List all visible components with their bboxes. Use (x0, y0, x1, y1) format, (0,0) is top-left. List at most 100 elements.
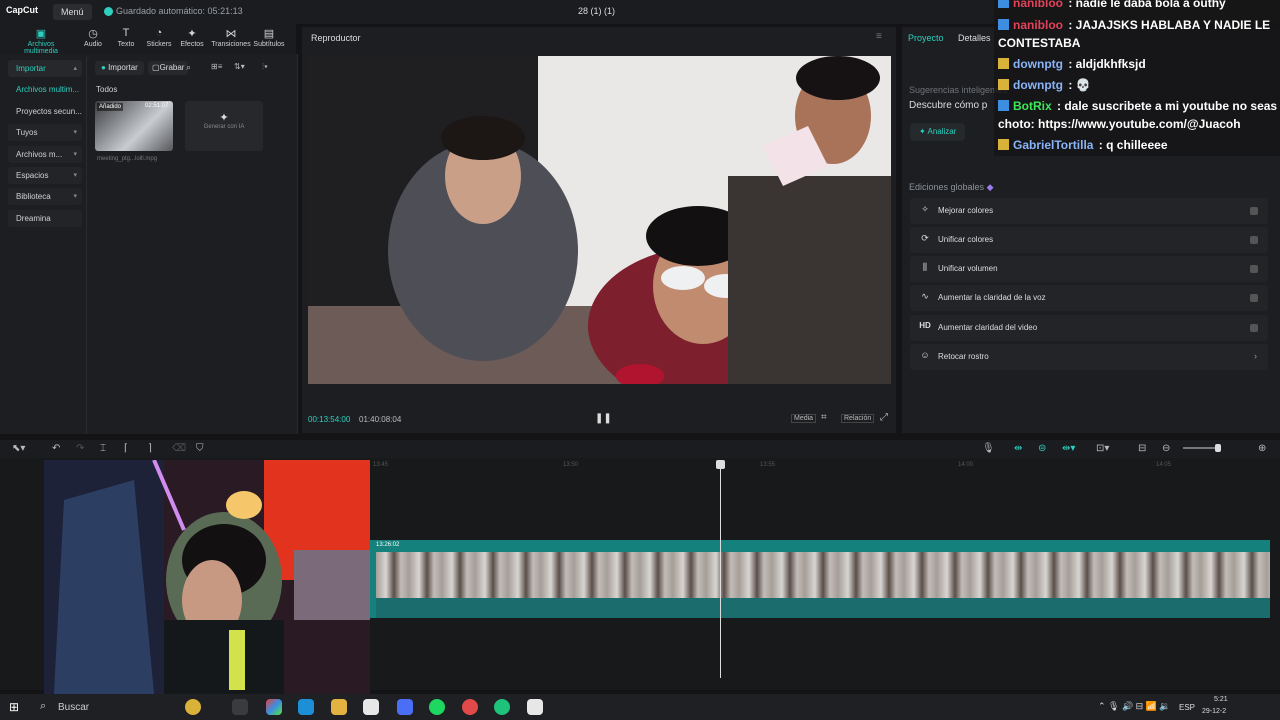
menu-button[interactable]: Menú (53, 4, 92, 20)
microphone-icon[interactable]: 🎙 (982, 443, 995, 454)
video-preview[interactable] (308, 56, 891, 384)
toggle[interactable] (1250, 324, 1258, 332)
tool-label: Subtítulos (253, 41, 285, 48)
edit-unify-colors[interactable]: ⟳ Unificar colores (910, 227, 1268, 253)
playhead[interactable] (720, 462, 721, 678)
nav-yours[interactable]: Tuyos ▾ (8, 124, 82, 142)
undo-icon[interactable]: ↶ (52, 443, 60, 454)
filter-icon[interactable]: ⫶▾ (262, 62, 268, 72)
ratio-button[interactable]: Relación (841, 414, 875, 423)
shield-icon[interactable]: ⛉ (196, 443, 204, 454)
time-ruler-tick: 13:45 (373, 462, 389, 468)
nav-library[interactable]: Biblioteca ▾ (8, 188, 82, 206)
link-clips-icon[interactable]: ⇹ (1014, 443, 1022, 454)
capcut-icon[interactable] (527, 699, 543, 715)
zoom-slider-handle[interactable] (1215, 444, 1221, 452)
grid-view-icon[interactable]: ⊞≡ (211, 62, 222, 71)
zoom-out-icon[interactable]: ⊖ (1162, 443, 1170, 454)
edit-video-clarity[interactable]: HD Aumentar claridad del video (910, 315, 1268, 341)
fullscreen-icon[interactable]: ⤢ (880, 412, 888, 423)
divider (86, 56, 87, 434)
crop-icon[interactable]: ⌗ (821, 412, 827, 423)
chevron-up-icon: ▴ (73, 65, 77, 72)
nav-media-files[interactable]: Archivos multim... (8, 81, 82, 98)
toggle[interactable] (1250, 207, 1258, 215)
nav-files[interactable]: Archivos m... ▾ (8, 145, 82, 163)
magnet-icon[interactable]: ⊜ (1038, 443, 1046, 454)
trim-left-icon[interactable]: ⌈ (124, 443, 128, 454)
trim-right-icon[interactable]: ⌉ (148, 443, 152, 454)
clock-time[interactable]: 5:21 (1214, 696, 1228, 703)
nav-spaces[interactable]: Espacios ▾ (8, 166, 82, 184)
search-icon[interactable]: ⌕ (186, 62, 191, 73)
select-tool-icon[interactable]: ⬉▾ (12, 443, 25, 454)
system-tray[interactable]: ⌃ 🎙 🔊 ⊟ 📶 🔉 (1098, 701, 1171, 712)
edit-label: Unificar volumen (938, 264, 998, 273)
record-button[interactable]: ▢Grabar (148, 61, 189, 75)
edit-label: Mejorar colores (938, 206, 994, 215)
delete-icon[interactable]: ⌫ (172, 443, 186, 454)
edge-icon[interactable] (298, 699, 314, 715)
analyze-button[interactable]: ✦ Analizar (910, 123, 966, 141)
zoom-in-icon[interactable]: ⊕ (1258, 443, 1266, 454)
ai-generate-card[interactable]: ✦ Generar con IA (185, 101, 263, 151)
chat-username: downptg (1013, 78, 1063, 92)
subtitle-track-icon[interactable]: ⊟ (1138, 443, 1146, 454)
chat-message: BotRix : dale suscribete a mi youtube no… (998, 99, 1277, 113)
playhead-handle[interactable] (716, 460, 725, 469)
nav-import[interactable]: Importar ▴ (8, 60, 82, 77)
store-icon[interactable] (363, 699, 379, 715)
edit-label: Aumentar claridad del video (938, 323, 1038, 332)
record-label: Grabar (159, 63, 185, 72)
media-button[interactable]: Media (791, 414, 817, 423)
volume-sliders-icon: ⫼ (922, 262, 928, 272)
tool-transitions[interactable]: ⋈ Transiciones (207, 27, 255, 48)
chat-message: nanibloo : JAJAJSKS HABLABA Y NADIE LE (998, 18, 1270, 32)
edit-unify-volume[interactable]: ⫼ Unificar volumen (910, 256, 1268, 282)
webcam-frame (44, 460, 370, 694)
filter-all[interactable]: Todos (96, 85, 117, 94)
tool-subtitles[interactable]: ▤ Subtítulos (252, 27, 286, 48)
file-explorer-icon[interactable] (331, 699, 347, 715)
task-view-icon[interactable] (232, 699, 248, 715)
discord-icon[interactable] (397, 699, 413, 715)
sparkle-app-icon[interactable] (185, 699, 201, 715)
tool-media[interactable]: ▣ Archivos multimedia (17, 27, 65, 55)
spotify-icon[interactable] (429, 699, 445, 715)
edit-label: Unificar colores (938, 235, 994, 244)
split-icon[interactable]: ⌶ (100, 443, 106, 454)
preview-axis-icon[interactable]: ⊡▾ (1096, 443, 1109, 454)
toggle[interactable] (1250, 294, 1258, 302)
edit-face-retouch[interactable]: ☺ Retocar rostro › (910, 344, 1268, 370)
tab-project[interactable]: Proyecto (908, 33, 944, 43)
copilot-icon[interactable] (266, 699, 282, 715)
snap-icon[interactable]: ⇹▾ (1062, 443, 1075, 454)
language-indicator[interactable]: ESP (1179, 703, 1195, 712)
taskbar-search[interactable]: Buscar (58, 702, 89, 713)
webcam-overlay (44, 460, 370, 694)
clock-date[interactable]: 29-12-2 (1202, 708, 1226, 715)
edit-voice-clarity[interactable]: ∿ Aumentar la claridad de la voz (910, 285, 1268, 311)
pause-icon[interactable]: ❚❚ (595, 413, 612, 424)
chat-separator: : (1095, 138, 1107, 152)
toggle[interactable] (1250, 236, 1258, 244)
tab-details[interactable]: Detalles (958, 33, 991, 43)
kick-icon[interactable] (494, 699, 510, 715)
nav-dreamina[interactable]: Dreamina (8, 209, 82, 227)
sort-icon[interactable]: ⇅▾ (234, 62, 245, 71)
import-button[interactable]: ● Importar (95, 61, 144, 75)
nav-secondary-projects[interactable]: Proyectos secun... (8, 103, 82, 120)
edit-enhance-colors[interactable]: ✧ Mejorar colores (910, 198, 1268, 224)
project-name[interactable]: 28 (1) (1) (578, 6, 615, 16)
hamburger-icon[interactable]: ≡ (876, 31, 882, 42)
sword-badge-icon (998, 79, 1009, 90)
toggle[interactable] (1250, 265, 1258, 273)
windows-start-icon[interactable]: ⊞ (9, 700, 19, 714)
transitions-icon: ⋈ (225, 28, 237, 40)
autosave-icon (104, 7, 113, 16)
redo-icon[interactable]: ↷ (76, 443, 84, 454)
search-icon[interactable]: ⌕ (40, 700, 46, 713)
obs-icon[interactable] (462, 699, 478, 715)
time-ruler-tick: 14:00 (958, 462, 974, 468)
tool-label: Archivos multimedia (24, 41, 58, 55)
